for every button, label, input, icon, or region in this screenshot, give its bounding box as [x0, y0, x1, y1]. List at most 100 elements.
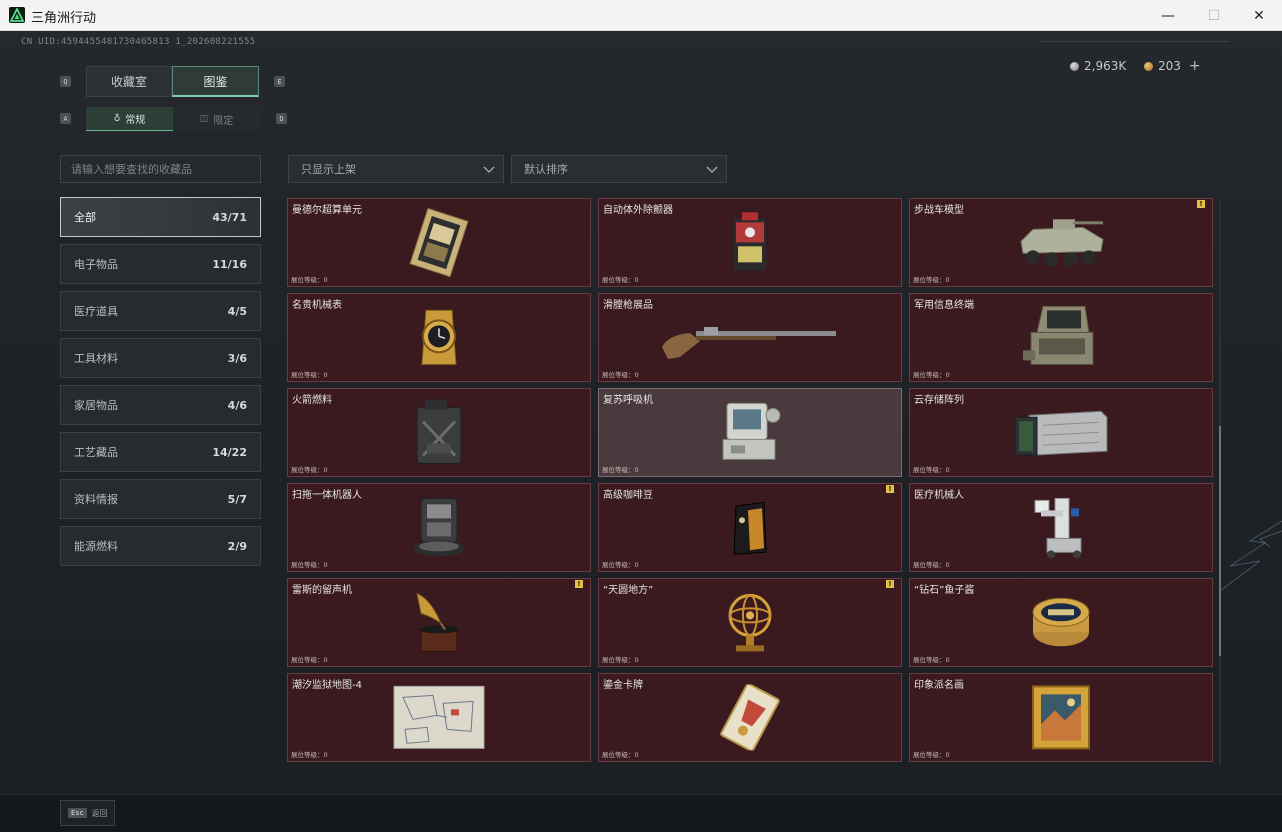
collection-item-card[interactable]: 复苏呼吸机展位等级：0: [598, 388, 902, 477]
item-name: 火箭燃料: [292, 395, 332, 406]
item-name: “天圆地方”: [603, 585, 654, 596]
collection-item-card[interactable]: “天圆地方” 展位等级：0!: [598, 578, 902, 667]
collection-item-card[interactable]: 曼德尔超算单元 展位等级：0: [287, 198, 591, 287]
collection-item-card[interactable]: 火箭燃料 展位等级：0: [287, 388, 591, 477]
search-input[interactable]: 请输入想要查找的收藏品: [60, 155, 261, 183]
storage-array-icon: [1013, 403, 1109, 465]
sidebar-item[interactable]: 资料情报 5/7: [60, 479, 261, 519]
ventilator-icon: [717, 399, 783, 469]
item-display-level: 展位等级：0: [913, 276, 950, 284]
collection-item-card[interactable]: 步战车模型展位等级：0!: [909, 198, 1213, 287]
alert-icon: !: [575, 580, 583, 588]
chevron-down-icon: [483, 166, 495, 173]
tab-label: 限定: [213, 115, 234, 127]
sidebar-item-label: 医疗道具: [74, 305, 118, 318]
gold-coin-icon: [1144, 61, 1153, 71]
item-display-level: 展位等级：0: [602, 561, 639, 569]
sidebar-item-count: 2/9: [227, 539, 247, 553]
alert-icon: !: [1197, 200, 1205, 208]
sidebar-item-label: 工艺藏品: [74, 446, 118, 459]
tab-limited[interactable]: ◫ 限定: [173, 107, 260, 131]
collection-item-card[interactable]: “钻石”鱼子酱 展位等级：0: [909, 578, 1213, 667]
item-name: 云存储阵列: [914, 395, 964, 406]
item-name: 曼德尔超算单元: [292, 205, 362, 216]
sidebar-item[interactable]: 工具材料 3/6: [60, 338, 261, 378]
sidebar-item-count: 3/6: [227, 351, 247, 365]
item-name: 自动体外除颤器: [603, 205, 673, 216]
tab-label: 收藏室: [110, 75, 147, 89]
shelf-filter-dropdown[interactable]: 只显示上架: [288, 155, 504, 183]
item-name: 医疗机械人: [914, 490, 964, 501]
collection-item-card[interactable]: 云存储阵列 展位等级：0: [909, 388, 1213, 477]
chevron-down-icon: [706, 166, 718, 173]
minimize-button[interactable]: —: [1145, 0, 1191, 31]
item-display-level: 展位等级：0: [291, 751, 328, 759]
sidebar-item[interactable]: 全部 43/71: [60, 197, 261, 237]
supercomputer-chip-icon: [404, 205, 474, 283]
silver-coin-icon: [1070, 61, 1079, 71]
item-display-level: 展位等级：0: [602, 656, 639, 664]
collection-item-card[interactable]: 扫拖一体机器人 展位等级：0: [287, 483, 591, 572]
sidebar-item-count: 4/6: [227, 398, 247, 412]
item-name: 鎏金卡牌: [603, 680, 643, 691]
collection-item-card[interactable]: 医疗机械人展位等级：0: [909, 483, 1213, 572]
add-currency-button[interactable]: +: [1189, 58, 1201, 74]
item-name: 潮汐监狱地图-4: [292, 680, 362, 691]
collection-item-card[interactable]: 高级咖啡豆 展位等级：0!: [598, 483, 902, 572]
item-display-level: 展位等级：0: [602, 751, 639, 759]
tab-codex[interactable]: 图鉴: [172, 66, 259, 97]
item-name: 高级咖啡豆: [603, 490, 653, 501]
item-display-level: 展位等级：0: [291, 561, 328, 569]
item-name: 扫拖一体机器人: [292, 490, 362, 501]
currency-gold: 203 +: [1144, 58, 1201, 74]
tab-collection-room[interactable]: 收藏室: [86, 66, 172, 97]
sidebar-item[interactable]: 工艺藏品 14/22: [60, 432, 261, 472]
close-button[interactable]: ✕: [1236, 0, 1282, 31]
luxury-watch-icon: [412, 306, 466, 372]
item-display-level: 展位等级：0: [913, 561, 950, 569]
tab-label: 图鉴: [203, 74, 228, 89]
collection-item-card[interactable]: 自动体外除颤器 展位等级：0: [598, 198, 902, 287]
item-display-level: 展位等级：0: [291, 276, 328, 284]
gramophone-icon: [411, 589, 467, 659]
back-button[interactable]: Esc 返回: [60, 800, 115, 826]
collection-item-card[interactable]: 印象派名画 展位等级：0: [909, 673, 1213, 762]
sidebar-item-label: 家居物品: [74, 399, 118, 412]
currency-silver: 2,963K: [1070, 59, 1126, 73]
sidebar-item[interactable]: 电子物品 11/16: [60, 244, 261, 284]
collection-item-card[interactable]: 潮汐监狱地图-4 展位等级：0: [287, 673, 591, 762]
collection-item-card[interactable]: 鎏金卡牌展位等级：0: [598, 673, 902, 762]
collection-item-card[interactable]: 军用信息终端 展位等级：0: [909, 293, 1213, 382]
mop-robot-icon: [409, 494, 469, 564]
tab-regular[interactable]: ♁ 常规: [86, 107, 173, 131]
collection-item-card[interactable]: 名贵机械表 展位等级：0: [287, 293, 591, 382]
ifv-model-icon: [1013, 211, 1109, 277]
armillary-sphere-icon: [722, 589, 778, 659]
sidebar-item[interactable]: 能源燃料 2/9: [60, 526, 261, 566]
sidebar-item-count: 43/71: [212, 210, 247, 224]
fuel-jerrycan-icon: [411, 397, 467, 471]
player-uid: CN UID:4594455481730465813 1_20260822155…: [21, 37, 256, 47]
dropdown-value: 默认排序: [524, 163, 568, 176]
item-name: 军用信息终端: [914, 300, 974, 311]
gilded-card-icon: [718, 682, 782, 754]
framed-painting-icon: [1031, 684, 1091, 754]
item-name: 步战车模型: [914, 205, 964, 216]
maximize-button[interactable]: ☐: [1191, 0, 1237, 31]
sort-dropdown[interactable]: 默认排序: [511, 155, 727, 183]
prison-map-icon: [393, 685, 485, 753]
flask-icon: ♁: [113, 113, 121, 124]
item-name: 雷斯的留声机: [292, 585, 352, 596]
sidebar-item[interactable]: 医疗道具 4/5: [60, 291, 261, 331]
collection-grid: 曼德尔超算单元 展位等级：0 自动体外除颤器 展位等级：0 步战车模型 展位等级：0! 名贵…: [285, 196, 1220, 766]
collection-item-card[interactable]: 滑膛枪展品 展位等级：0: [598, 293, 902, 382]
military-terminal-icon: [1021, 304, 1101, 374]
currency-gold-value: 203: [1158, 59, 1181, 73]
header-divider: [1040, 41, 1230, 45]
sidebar-item[interactable]: 家居物品 4/6: [60, 385, 261, 425]
game-viewport: CN UID:4594455481730465813 1_20260822155…: [0, 31, 1282, 832]
musket-icon: [660, 313, 840, 365]
collection-item-card[interactable]: 雷斯的留声机 展位等级：0!: [287, 578, 591, 667]
item-name: 复苏呼吸机: [603, 395, 653, 406]
item-display-level: 展位等级：0: [602, 466, 639, 474]
